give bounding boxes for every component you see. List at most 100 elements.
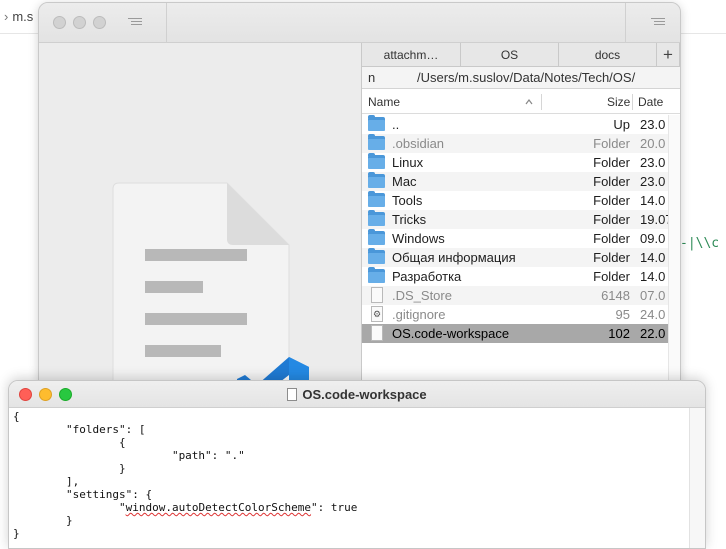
file-list-scrollbar[interactable] (668, 115, 680, 381)
file-name: .obsidian (392, 136, 445, 151)
file-name: Tricks (392, 212, 427, 227)
file-date: 14.0 (640, 250, 666, 265)
file-name: Windows (392, 231, 445, 246)
add-tab-button[interactable]: + (657, 43, 680, 67)
file-row[interactable]: .obsidian Folder 20.0 (362, 134, 668, 153)
file-size: Folder (593, 193, 630, 208)
folder-icon (368, 191, 385, 207)
minimize-window-button[interactable] (73, 16, 86, 29)
preview-pane (39, 43, 361, 381)
window-title: OS.code-workspace (9, 381, 705, 408)
folder-icon (368, 210, 385, 226)
current-path: /Users/m.suslov/Data/Notes/Tech/OS/ (417, 70, 636, 85)
file-name: .gitignore (392, 307, 446, 322)
file-size: 6148 (601, 288, 630, 303)
tab-bar: attachm… OS docs + (362, 43, 680, 67)
chevron-right-icon: › (4, 9, 9, 24)
code-line: { (13, 410, 20, 423)
list-view-icon[interactable] (128, 16, 142, 28)
file-size: 95 (615, 307, 630, 322)
tab-os[interactable]: OS (461, 43, 559, 67)
tab-docs[interactable]: docs (559, 43, 657, 67)
column-divider[interactable] (541, 94, 542, 110)
file-row[interactable]: Разработка Folder 14.0 (362, 267, 668, 286)
folder-icon (368, 229, 385, 245)
file-row[interactable]: Tricks Folder 19.07 (362, 210, 668, 229)
spellcheck-underline: window.autoDetectColorScheme (125, 501, 312, 514)
file-icon (371, 325, 383, 341)
file-row[interactable]: Общая информация Folder 14.0 (362, 248, 668, 267)
close-window-button[interactable] (53, 16, 66, 29)
file-date: 09.0 (640, 231, 666, 246)
file-date: 23.0 (640, 174, 666, 189)
file-row[interactable]: ⚙ .gitignore 95 24.0 (362, 305, 668, 324)
file-row[interactable]: Mac Folder 23.0 (362, 172, 668, 191)
file-row[interactable]: .. Up 23.0 (362, 115, 668, 134)
file-row[interactable]: Linux Folder 23.0 (362, 153, 668, 172)
file-date: 23.0 (640, 155, 666, 170)
file-row[interactable]: Windows Folder 09.0 (362, 229, 668, 248)
text-editor-body[interactable]: { "folders": [ { "path": "." } ], "setti… (9, 408, 691, 548)
file-name: OS.code-workspace (392, 326, 510, 341)
folder-icon (368, 248, 385, 264)
file-name: .DS_Store (392, 288, 452, 303)
list-view-icon[interactable] (651, 16, 665, 28)
file-manager-toolbar (39, 3, 680, 43)
file-manager-window: attachm… OS docs + n /Users/m.suslov/Dat… (38, 2, 681, 382)
file-size: Folder (593, 250, 630, 265)
folder-icon (368, 115, 385, 131)
column-date-header[interactable]: Date (638, 90, 663, 114)
code-line: { (13, 436, 126, 449)
code-line: ], (13, 475, 80, 488)
file-name: Tools (392, 193, 423, 208)
file-size: Folder (593, 155, 630, 170)
background-editor-title-text: m.s (12, 9, 34, 24)
file-size: Folder (593, 174, 630, 189)
code-line: "folders": [ (13, 423, 146, 436)
code-line: "settings": { (13, 488, 153, 501)
column-divider[interactable] (632, 94, 633, 110)
file-date: 19.07 (640, 212, 668, 227)
code-text[interactable]: { "folders": [ { "path": "." } ], "setti… (13, 410, 691, 540)
path-bar[interactable]: n /Users/m.suslov/Data/Notes/Tech/OS/ (362, 67, 680, 89)
vscode-icon (237, 357, 309, 381)
code-line: } (13, 514, 73, 527)
code-line: "path": "." (13, 449, 245, 462)
path-prefix: n (368, 70, 376, 85)
code-line: } (13, 527, 20, 540)
file-size: Folder (593, 136, 630, 151)
file-date: 24.0 (640, 307, 666, 322)
folder-icon (368, 153, 385, 169)
column-size-header[interactable]: Size (607, 90, 630, 114)
file-size: Folder (593, 212, 630, 227)
file-date: 20.0 (640, 136, 666, 151)
file-date: 22.0 (640, 326, 666, 341)
window-title-text: OS.code-workspace (302, 387, 427, 402)
file-row[interactable]: Tools Folder 14.0 (362, 191, 668, 210)
file-name: Linux (392, 155, 424, 170)
folder-icon (368, 172, 385, 188)
file-row[interactable]: OS.code-workspace 102 22.0 (362, 324, 668, 343)
file-row[interactable]: .DS_Store 6148 07.0 (362, 286, 668, 305)
text-editor-scrollbar[interactable] (689, 408, 705, 548)
code-line: } (13, 462, 126, 475)
folder-icon (368, 134, 385, 150)
sort-ascending-icon (525, 99, 533, 105)
background-editor-title: › m.s (4, 9, 33, 24)
tab-attachments[interactable]: attachm… (362, 43, 461, 67)
code-line: "window.autoDetectColorScheme": true (13, 501, 358, 514)
zoom-window-button[interactable] (93, 16, 106, 29)
gear-file-icon: ⚙ (371, 306, 383, 322)
file-date: 14.0 (640, 193, 666, 208)
file-name: Общая информация (392, 250, 516, 265)
column-header: Name Size Date (362, 90, 680, 114)
file-size: Folder (593, 269, 630, 284)
folder-icon (368, 267, 385, 283)
file-browser-pane: attachm… OS docs + n /Users/m.suslov/Dat… (361, 43, 680, 381)
column-name-header[interactable]: Name (368, 90, 400, 114)
document-icon (112, 182, 290, 381)
file-name: Разработка (392, 269, 462, 284)
file-date: 23.0 (640, 117, 666, 132)
file-list: .. Up 23.0 .obsidian Folder 20.0 Linux Folder 23… (362, 115, 668, 343)
file-name: .. (392, 117, 400, 132)
